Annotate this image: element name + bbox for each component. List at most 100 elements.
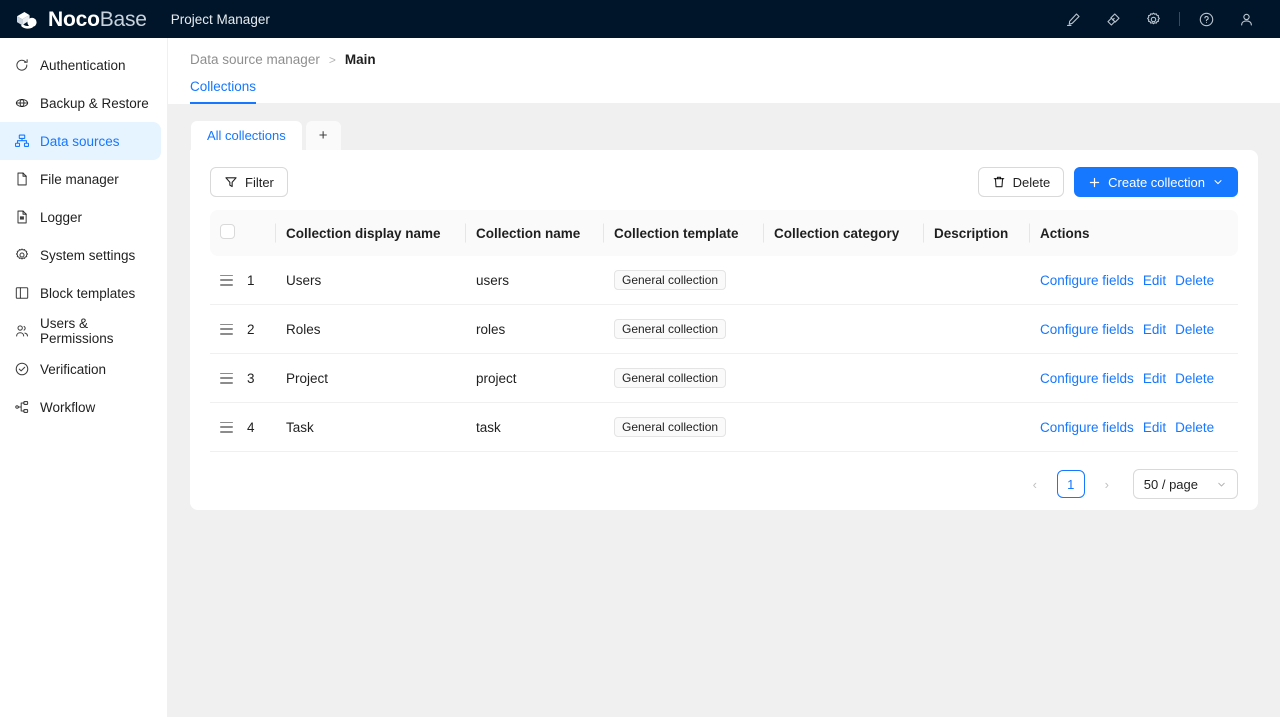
help-icon[interactable] [1186, 0, 1226, 38]
gear-icon[interactable] [1133, 0, 1173, 38]
cell-template: General collection [604, 403, 764, 452]
block-templates-icon [14, 285, 30, 301]
drag-handle-icon[interactable] [220, 422, 233, 433]
edit-link[interactable]: Edit [1143, 420, 1166, 435]
logger-icon [14, 209, 30, 225]
drag-handle-icon[interactable] [220, 275, 233, 286]
drag-handle-icon[interactable] [220, 373, 233, 384]
table-row[interactable]: 3 Project project General collection [210, 354, 1238, 403]
header-collection-display-name: Collection display name [276, 210, 466, 256]
top-header-bar: NocoBase Project Manager [0, 0, 1280, 38]
template-tag: General collection [614, 319, 726, 339]
delete-link[interactable]: Delete [1175, 371, 1214, 386]
row-index: 1 [247, 273, 255, 288]
select-all-checkbox[interactable] [220, 224, 235, 239]
sidebar-item-system-settings[interactable]: System settings [0, 236, 161, 274]
backup-restore-icon [14, 95, 30, 111]
header-label: Actions [1040, 226, 1090, 241]
system-settings-icon [14, 247, 30, 263]
configure-fields-link[interactable]: Configure fields [1040, 273, 1134, 288]
row-handle-cell: 4 [210, 403, 276, 452]
sidebar-item-workflow[interactable]: Workflow [0, 388, 161, 426]
cell-description [924, 256, 1030, 305]
edit-link[interactable]: Edit [1143, 371, 1166, 386]
user-avatar-icon[interactable] [1226, 0, 1266, 38]
cell-actions: Configure fields Edit Delete [1030, 354, 1238, 403]
cell-category [764, 305, 924, 354]
pagination: ‹ 1 › 50 / page [210, 452, 1238, 499]
sidebar-item-label: Backup & Restore [40, 96, 149, 111]
cell-template: General collection [604, 305, 764, 354]
cell-collection-name: task [466, 403, 604, 452]
tab-collections-label: Collections [190, 79, 256, 94]
filter-button[interactable]: Filter [210, 167, 288, 197]
row-handle-cell: 1 [210, 256, 276, 305]
table-body: 1 Users users General collection [210, 256, 1238, 452]
sidebar-item-authentication[interactable]: Authentication [0, 46, 161, 84]
breadcrumb: Data source manager > Main [190, 52, 1280, 67]
sidebar-item-file-manager[interactable]: File manager [0, 160, 161, 198]
configure-fields-link[interactable]: Configure fields [1040, 322, 1134, 337]
cell-template: General collection [604, 354, 764, 403]
tab-collections[interactable]: Collections [190, 79, 256, 103]
top-icon-group [1053, 0, 1266, 38]
breadcrumb-separator-icon: > [329, 53, 336, 67]
cell-actions: Configure fields Edit Delete [1030, 403, 1238, 452]
cell-display-name: Task [276, 403, 466, 452]
verification-icon [14, 361, 30, 377]
sidebar-item-backup-restore[interactable]: Backup & Restore [0, 84, 161, 122]
filter-label: Filter [245, 175, 274, 190]
cell-actions: Configure fields Edit Delete [1030, 305, 1238, 354]
page-tabs: Collections [190, 67, 1280, 104]
plus-icon: + [319, 127, 328, 144]
cell-template: General collection [604, 256, 764, 305]
pagination-page-1[interactable]: 1 [1057, 470, 1085, 498]
edit-link[interactable]: Edit [1143, 322, 1166, 337]
collections-table: Collection display name Collection name … [210, 210, 1238, 452]
configure-fields-link[interactable]: Configure fields [1040, 371, 1134, 386]
delete-button[interactable]: Delete [978, 167, 1065, 197]
pagination-next-button[interactable]: › [1093, 470, 1121, 498]
table-row[interactable]: 1 Users users General collection [210, 256, 1238, 305]
edit-link[interactable]: Edit [1143, 273, 1166, 288]
sidebar-item-block-templates[interactable]: Block templates [0, 274, 161, 312]
filter-icon [224, 175, 238, 189]
page-size-label: 50 / page [1144, 477, 1198, 492]
cell-actions: Configure fields Edit Delete [1030, 256, 1238, 305]
delete-link[interactable]: Delete [1175, 273, 1214, 288]
sidebar-item-users-permissions[interactable]: Users & Permissions [0, 312, 161, 350]
add-collection-tab-button[interactable]: + [305, 120, 342, 150]
app-root: NocoBase Project Manager [0, 0, 1280, 717]
plus-icon [1088, 176, 1101, 189]
workflow-icon [14, 399, 30, 415]
page-size-select[interactable]: 50 / page [1133, 469, 1238, 499]
trash-icon [992, 175, 1006, 189]
sidebar-item-verification[interactable]: Verification [0, 350, 161, 388]
brand-logo[interactable]: NocoBase [14, 7, 147, 31]
template-tag: General collection [614, 270, 726, 290]
sidebar-nav: Authentication Backup & Restore [0, 38, 168, 717]
chevron-down-icon [1216, 479, 1227, 490]
sidebar-item-data-sources[interactable]: Data sources [0, 122, 161, 160]
create-collection-button[interactable]: Create collection [1074, 167, 1238, 197]
app-title[interactable]: Project Manager [171, 12, 270, 27]
data-sources-icon [14, 133, 30, 149]
brand-wordmark: NocoBase [48, 9, 147, 30]
cell-category [764, 354, 924, 403]
template-tag: General collection [614, 417, 726, 437]
plugin-icon[interactable] [1093, 0, 1133, 38]
delete-link[interactable]: Delete [1175, 322, 1214, 337]
breadcrumb-root[interactable]: Data source manager [190, 52, 320, 67]
configure-fields-link[interactable]: Configure fields [1040, 420, 1134, 435]
table-row[interactable]: 2 Roles roles General collection [210, 305, 1238, 354]
card-tab-all-collections[interactable]: All collections [190, 120, 303, 150]
row-index: 2 [247, 322, 255, 337]
header-label: Description [934, 226, 1008, 241]
highlighter-icon[interactable] [1053, 0, 1093, 38]
sidebar-item-logger[interactable]: Logger [0, 198, 161, 236]
pagination-prev-button[interactable]: ‹ [1021, 470, 1049, 498]
delete-link[interactable]: Delete [1175, 420, 1214, 435]
drag-handle-icon[interactable] [220, 324, 233, 335]
table-row[interactable]: 4 Task task General collection [210, 403, 1238, 452]
sidebar-item-label: System settings [40, 248, 135, 263]
